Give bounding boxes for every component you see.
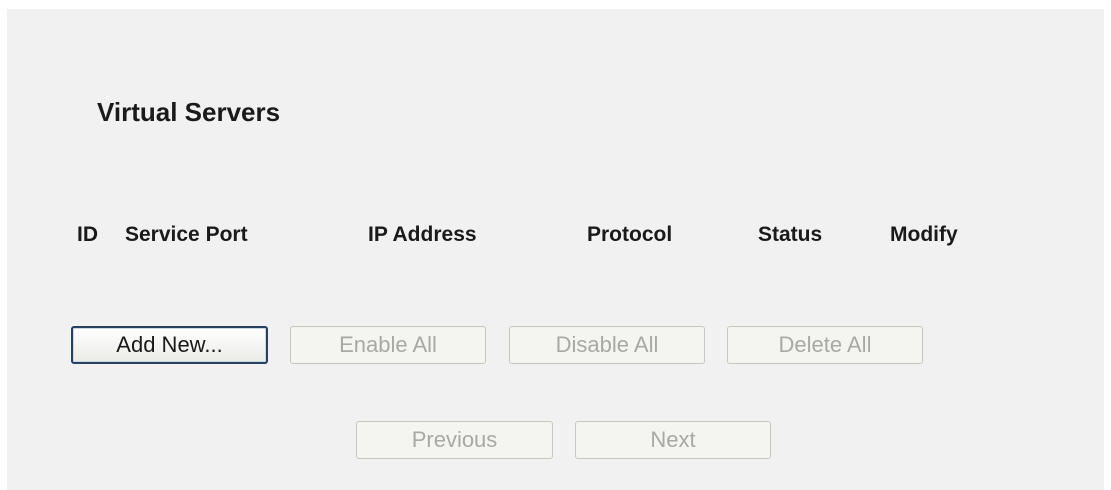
next-button[interactable]: Next bbox=[575, 421, 771, 459]
column-header-modify: Modify bbox=[890, 223, 958, 246]
previous-button[interactable]: Previous bbox=[356, 421, 553, 459]
column-header-status: Status bbox=[758, 223, 823, 246]
column-header-ip-address: IP Address bbox=[368, 223, 477, 246]
content-panel: Virtual Servers ID Service Port IP Addre… bbox=[7, 9, 1104, 490]
column-header-id: ID bbox=[77, 223, 98, 246]
delete-all-button[interactable]: Delete All bbox=[727, 326, 923, 364]
column-header-service-port: Service Port bbox=[125, 223, 248, 246]
column-header-protocol: Protocol bbox=[587, 223, 673, 246]
add-new-button[interactable]: Add New... bbox=[71, 326, 268, 364]
disable-all-button[interactable]: Disable All bbox=[509, 326, 705, 364]
enable-all-button[interactable]: Enable All bbox=[290, 326, 486, 364]
page-title: Virtual Servers bbox=[97, 97, 281, 127]
